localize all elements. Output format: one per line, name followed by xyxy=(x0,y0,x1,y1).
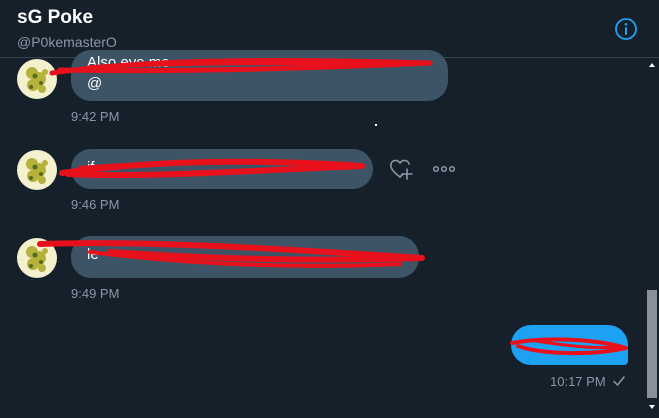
message-bubble[interactable]: Also eve me @ xyxy=(71,50,448,101)
avatar[interactable] xyxy=(17,59,57,99)
message-timestamp: 9:42 PM xyxy=(71,109,120,124)
avatar[interactable] xyxy=(17,150,57,190)
message-bubble-sent[interactable] xyxy=(511,325,628,365)
message-timestamp: 9:49 PM xyxy=(71,286,120,301)
message-text-line: Also eve me xyxy=(87,54,170,71)
scroll-up-arrow-icon[interactable] xyxy=(645,58,659,70)
heart-plus-icon[interactable] xyxy=(388,157,414,181)
conversation-name: sG Poke xyxy=(17,7,94,28)
scroll-down-arrow-icon[interactable] xyxy=(645,400,659,412)
more-horizontal-icon[interactable] xyxy=(431,157,457,181)
message-timestamp: 9:46 PM xyxy=(71,197,120,212)
conversation-handle: @P0kemasterO xyxy=(17,34,117,50)
stray-dot xyxy=(375,124,377,126)
checkmark-icon xyxy=(612,374,626,388)
message-timestamp: 10:17 PM xyxy=(550,374,606,389)
message-text-line: @ xyxy=(87,75,103,92)
info-icon[interactable] xyxy=(614,17,638,41)
message-text: if xyxy=(87,159,95,176)
message-bubble[interactable]: if xyxy=(71,149,373,189)
avatar[interactable] xyxy=(17,238,57,278)
message-bubble[interactable]: le xyxy=(71,236,419,278)
message-text: le xyxy=(87,246,99,263)
scrollbar-thumb[interactable] xyxy=(647,290,657,398)
